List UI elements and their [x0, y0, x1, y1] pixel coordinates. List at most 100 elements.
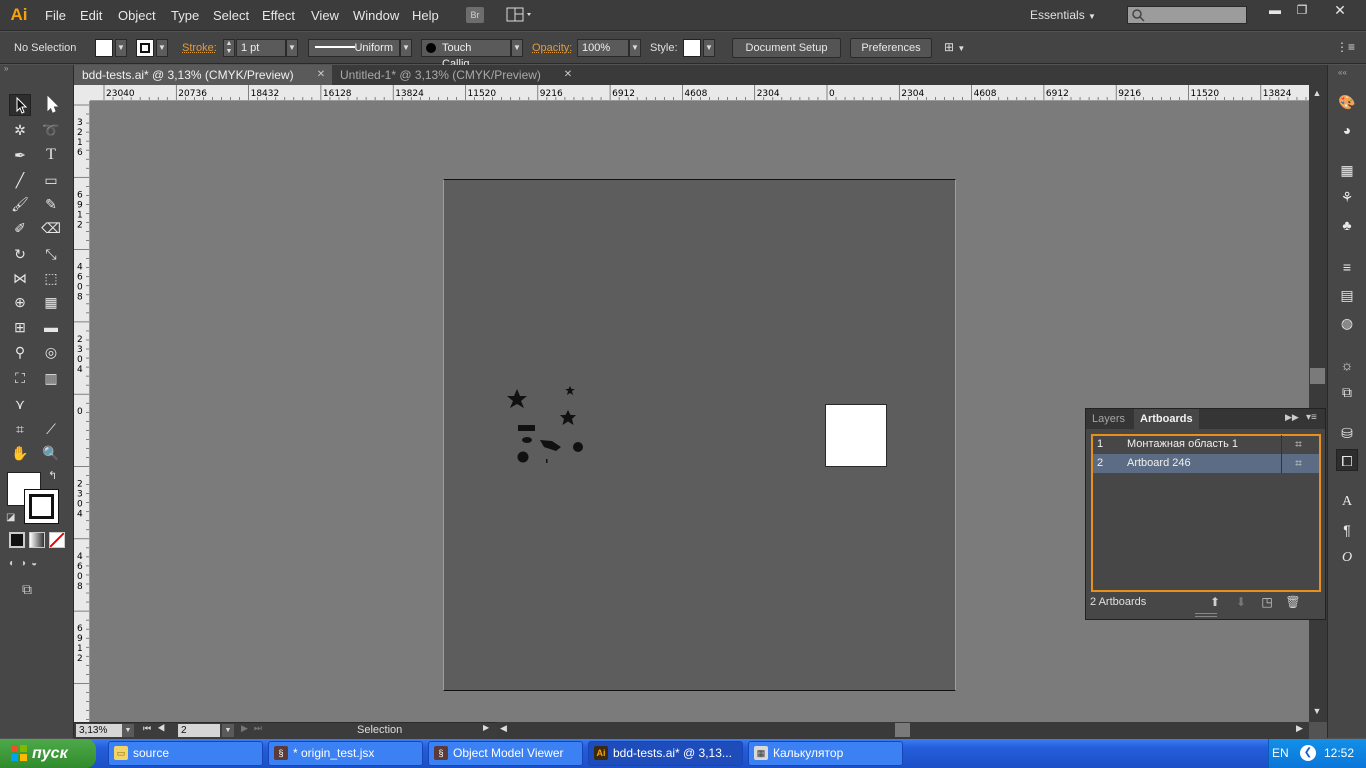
vertical-scrollbar[interactable]	[1309, 85, 1327, 722]
color-mode-icon[interactable]	[9, 532, 25, 548]
swatches-icon[interactable]: ▦	[1336, 159, 1358, 181]
stroke-color-box[interactable]	[24, 489, 59, 524]
graphic-styles-icon[interactable]: ⧉	[1336, 381, 1358, 403]
screen-mode-icon[interactable]: ⧉	[22, 581, 46, 599]
slice-tool-icon[interactable]: ⋎	[9, 393, 31, 415]
lasso-tool-icon[interactable]: ➰	[40, 119, 62, 141]
status-menu-icon[interactable]: ▶	[483, 723, 493, 737]
delete-artboard-icon[interactable]: 🗑	[1285, 595, 1301, 609]
variable-width-profile[interactable]: Uniform	[308, 39, 400, 57]
stroke-weight-stepper[interactable]: ▲ ▼	[223, 39, 235, 57]
brush-dropdown[interactable]: ▼	[511, 39, 523, 57]
eyedropper-tool-icon[interactable]: ⚲	[9, 341, 31, 363]
close-icon[interactable]: ✕	[1327, 2, 1353, 18]
transparency-icon[interactable]: ◍	[1336, 312, 1358, 334]
gradient-tool-icon[interactable]: ▬	[40, 316, 62, 338]
menu-effect[interactable]: Effect	[262, 0, 295, 31]
restore-icon[interactable]: ❐	[1289, 2, 1315, 18]
menu-file[interactable]: File	[45, 0, 66, 31]
symbols-icon[interactable]: ♣	[1336, 214, 1358, 236]
artboard-options-icon[interactable]: ⌗	[1281, 454, 1315, 473]
mesh-tool-icon[interactable]: ⊞	[9, 316, 31, 338]
pencil-tool-icon[interactable]: ✎	[40, 193, 62, 215]
type-tool-icon[interactable]: T	[40, 144, 62, 166]
scroll-left-icon[interactable]: ◀	[500, 723, 510, 737]
swap-fill-stroke-icon[interactable]: ↰	[48, 469, 62, 483]
move-up-icon[interactable]: ⬆	[1207, 595, 1223, 609]
menu-view[interactable]: View	[311, 0, 339, 31]
opacity-field[interactable]: 100%	[577, 39, 629, 57]
blob-brush-tool-icon[interactable]: ✐	[9, 217, 31, 239]
scroll-right-icon[interactable]: ▶	[1296, 723, 1306, 737]
artwork-shapes[interactable]	[500, 380, 600, 470]
move-down-icon[interactable]: ⬇	[1233, 595, 1249, 609]
character-icon[interactable]: A	[1336, 491, 1358, 513]
dock-collapse-icon[interactable]: ««	[1338, 69, 1358, 77]
panel-menu-icon[interactable]: ⋮≡	[1336, 40, 1355, 56]
stroke-label[interactable]: Stroke:	[182, 32, 217, 64]
brushes-icon[interactable]: ⚘	[1336, 186, 1358, 208]
rectangle-tool-icon[interactable]: ▭	[40, 169, 62, 191]
task-origin-test[interactable]: § * origin_test.jsx	[268, 741, 423, 766]
preferences-button[interactable]: Preferences	[850, 38, 932, 58]
menu-window[interactable]: Window	[353, 0, 399, 31]
artboard-tool-icon[interactable]: ⌗	[9, 418, 31, 440]
opentype-icon[interactable]: O	[1336, 547, 1358, 569]
close-icon[interactable]: ✕	[315, 65, 327, 85]
artboards-icon[interactable]: ⧠	[1336, 449, 1358, 471]
ruler-origin[interactable]	[74, 85, 90, 101]
column-graph-tool-icon[interactable]: ▥	[40, 367, 62, 389]
panel-menu-icon[interactable]: ▾≡	[1306, 412, 1322, 426]
task-source[interactable]: ▭ source	[108, 741, 263, 766]
status-text[interactable]: Selection	[357, 722, 402, 739]
close-icon[interactable]: ✕	[562, 65, 574, 85]
vertical-ruler[interactable]: 32166912460823040230446086912	[74, 101, 90, 722]
menu-select[interactable]: Select	[213, 0, 249, 31]
color-guide-icon[interactable]: 🎨	[1336, 91, 1358, 113]
none-mode-icon[interactable]	[49, 532, 65, 548]
clock[interactable]: 12:52	[1324, 739, 1354, 768]
task-calculator[interactable]: ▦ Калькулятор	[748, 741, 903, 766]
arrange-documents-button[interactable]	[506, 6, 534, 24]
tab-untitled-1[interactable]: Untitled-1* @ 3,13% (CMYK/Preview)	[332, 65, 578, 85]
line-tool-icon[interactable]: ╱	[9, 169, 31, 191]
stroke-dropdown[interactable]: ▼	[156, 39, 168, 57]
opacity-label[interactable]: Opacity:	[532, 32, 572, 64]
panel-collapse-icon[interactable]: ▶▶	[1285, 412, 1299, 426]
free-transform-tool-icon[interactable]: ⬚	[40, 267, 62, 289]
blend-tool-icon[interactable]: ◎	[40, 341, 62, 363]
knife-tool-icon[interactable]: ⟋	[40, 418, 62, 440]
horizontal-scroll-thumb[interactable]	[895, 723, 910, 737]
arrange-icon[interactable]: ⊞ ▼	[944, 40, 974, 56]
symbol-sprayer-tool-icon[interactable]: ⛶	[9, 367, 31, 389]
eraser-tool-icon[interactable]: ⌫	[40, 217, 62, 239]
selection-tool-icon[interactable]	[9, 94, 31, 116]
color-icon[interactable]: ◕	[1336, 119, 1358, 141]
layers-icon[interactable]: ⛁	[1336, 422, 1358, 444]
paintbrush-tool-icon[interactable]: 🖌	[9, 193, 31, 215]
panel-grip[interactable]: »	[4, 65, 70, 73]
list-item[interactable]: 2 Artboard 246 ⌗	[1093, 454, 1319, 473]
bridge-button[interactable]: Br	[466, 7, 484, 23]
zoom-tool-icon[interactable]: 🔍	[40, 442, 62, 464]
scroll-up-icon[interactable]: ▲	[1311, 88, 1323, 100]
list-item[interactable]: 1 Монтажная область 1 ⌗	[1093, 435, 1319, 454]
menu-help[interactable]: Help	[412, 0, 439, 31]
zoom-dropdown[interactable]: ▼	[122, 724, 134, 737]
artboard-2[interactable]	[825, 404, 887, 467]
hand-tool-icon[interactable]: ✋	[9, 442, 31, 464]
style-swatch[interactable]	[683, 39, 701, 57]
drawing-modes-icon[interactable]: ◐◑◒	[9, 558, 63, 572]
tab-bdd-tests[interactable]: bdd-tests.ai* @ 3,13% (CMYK/Preview)	[74, 65, 332, 85]
fill-swatch[interactable]	[95, 39, 113, 57]
artboard-dropdown[interactable]: ▼	[222, 724, 234, 737]
task-object-model-viewer[interactable]: § Object Model Viewer	[428, 741, 583, 766]
panel-resize-grip[interactable]	[1195, 613, 1217, 617]
gradient-mode-icon[interactable]	[29, 532, 45, 548]
stroke-swatch[interactable]	[136, 39, 154, 57]
stroke-weight-field[interactable]: 1 pt	[236, 39, 286, 57]
scale-tool-icon[interactable]: ⤡	[40, 243, 62, 265]
fill-dropdown[interactable]: ▼	[115, 39, 127, 57]
artboard-next-last-icon[interactable]: ▶⏭	[241, 723, 273, 737]
stroke-weight-dropdown[interactable]: ▼	[286, 39, 298, 57]
